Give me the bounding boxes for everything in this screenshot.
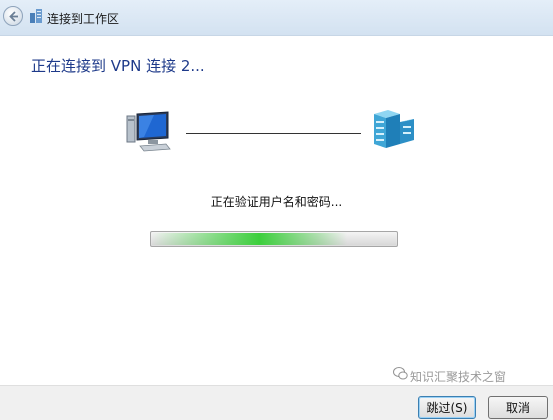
dialog-footer: 跳过(S) 取消	[0, 385, 553, 420]
server-icon	[374, 110, 414, 148]
skip-button[interactable]: 跳过(S)	[418, 396, 476, 419]
computer-icon	[126, 111, 171, 152]
page-heading: 正在连接到 VPN 连接 2...	[31, 57, 205, 75]
wechat-icon	[393, 367, 408, 380]
title-bar: 连接到工作区	[0, 0, 553, 36]
back-button[interactable]	[3, 6, 23, 26]
progress-bar	[150, 231, 398, 247]
window-title: 连接到工作区	[47, 12, 120, 26]
network-icon	[30, 9, 42, 23]
status-message: 正在验证用户名和密码...	[210, 195, 343, 209]
progress-fill	[152, 233, 347, 245]
cancel-button[interactable]: 取消	[488, 396, 548, 419]
connection-line	[186, 133, 361, 134]
back-arrow-icon	[9, 11, 18, 22]
watermark-text: 知识汇聚技术之窗	[410, 370, 507, 384]
